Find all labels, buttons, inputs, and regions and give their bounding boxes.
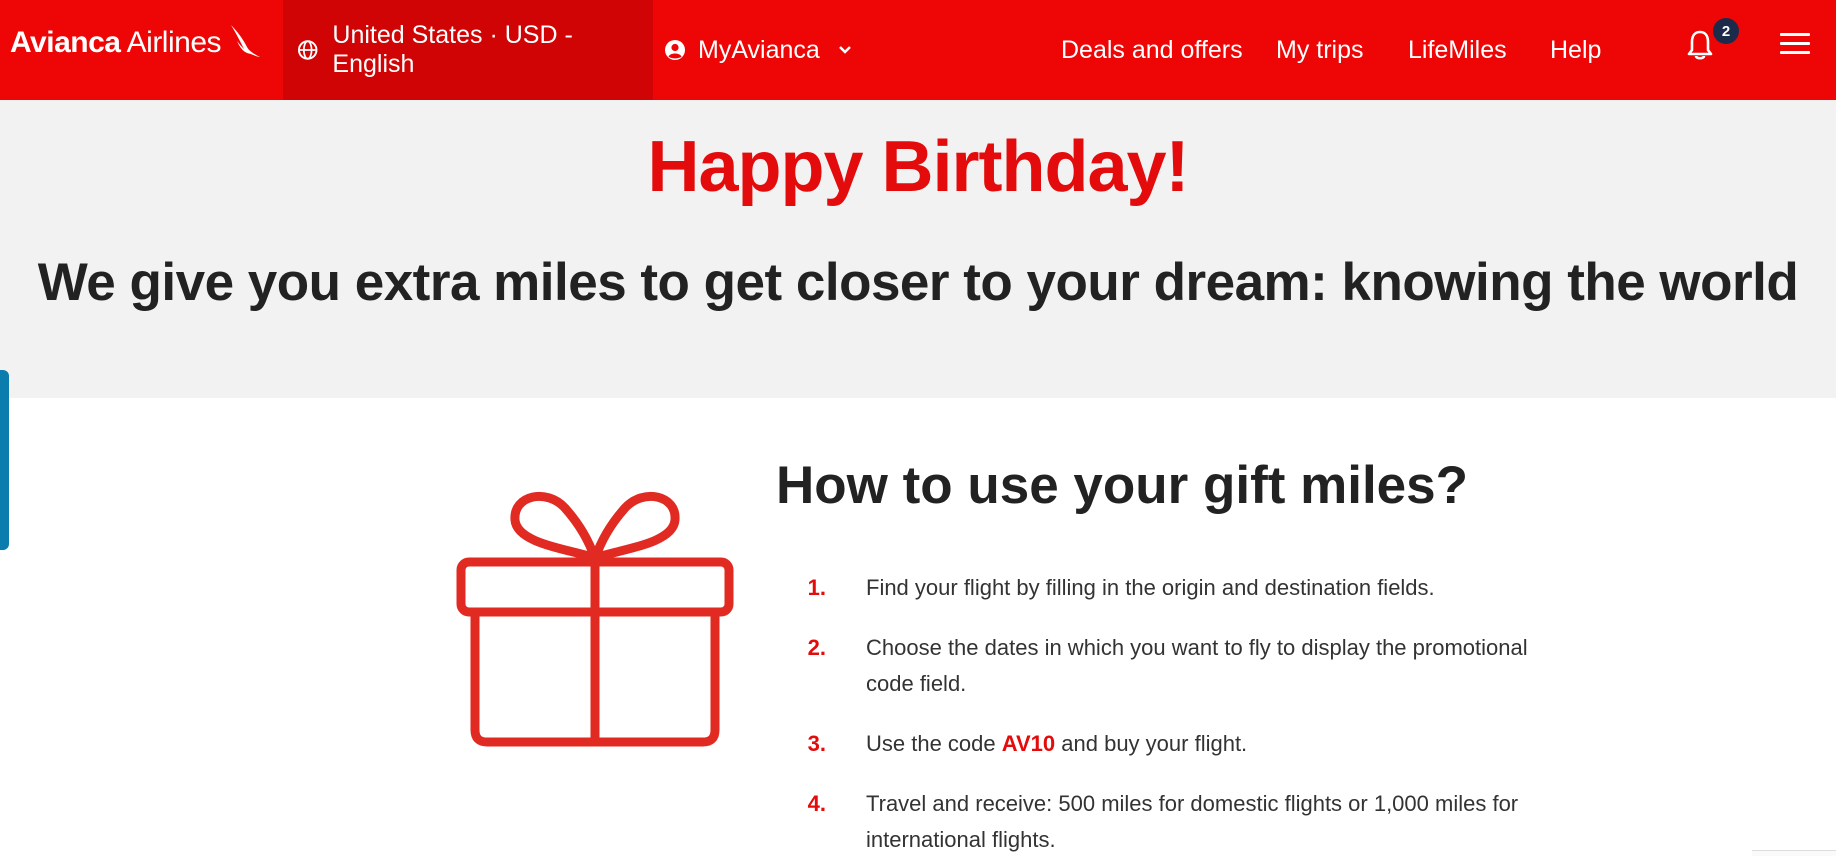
user-icon (665, 40, 685, 60)
nav-deals-and-offers[interactable]: Deals and offers (1061, 0, 1243, 100)
step-number: 2. (807, 635, 826, 660)
step-number: 3. (807, 731, 826, 756)
myavianca-label: MyAvianca (698, 35, 820, 64)
step-text: Choose the dates in which you want to fl… (866, 635, 1528, 696)
nav-my-trips[interactable]: My trips (1276, 0, 1364, 100)
menu-icon[interactable] (1780, 33, 1810, 59)
top-navigation-bar: Avianca Airlines United States · USD - E… (0, 0, 1836, 100)
bell-icon[interactable] (1685, 28, 1715, 62)
list-item: 2. Choose the dates in which you want to… (808, 630, 1554, 702)
locale-selector[interactable]: United States · USD - English (283, 0, 653, 100)
notification-badge: 2 (1713, 18, 1739, 44)
gift-icon (456, 491, 734, 747)
locale-label: United States · USD - English (332, 21, 573, 78)
step-number: 4. (807, 791, 826, 816)
bird-logo-icon (231, 25, 261, 57)
step-text: Travel and receive: 500 miles for domest… (866, 791, 1519, 852)
promo-code: AV10 (1001, 731, 1056, 756)
nav-help[interactable]: Help (1550, 0, 1601, 100)
logo-text: Avianca Airlines (10, 26, 222, 59)
steps-list: 1. Find your flight by filling in the or… (808, 570, 1554, 856)
myavianca-menu[interactable]: MyAvianca (664, 0, 852, 100)
corner-widget (1752, 850, 1836, 856)
chevron-down-icon (838, 46, 851, 54)
birthday-hero-banner: Happy Birthday! We give you extra miles … (0, 100, 1836, 398)
step-text: Find your flight by filling in the origi… (866, 575, 1435, 600)
how-to-use-heading: How to use your gift miles? (776, 456, 1469, 515)
list-item: 4. Travel and receive: 500 miles for dom… (808, 786, 1554, 856)
globe-icon (297, 40, 318, 60)
step-text: Use the code AV10 and buy your flight. (866, 731, 1248, 756)
step-number: 1. (807, 575, 826, 600)
list-item: 1. Find your flight by filling in the or… (808, 570, 1554, 606)
hero-subtitle: We give you extra miles to get closer to… (37, 253, 1799, 312)
hero-title: Happy Birthday! (647, 127, 1189, 207)
feedback-side-tab[interactable] (0, 370, 9, 550)
nav-lifemiles[interactable]: LifeMiles (1408, 0, 1507, 100)
list-item: 3. Use the code AV10 and buy your flight… (808, 726, 1554, 762)
avianca-logo[interactable]: Avianca Airlines (10, 18, 261, 68)
